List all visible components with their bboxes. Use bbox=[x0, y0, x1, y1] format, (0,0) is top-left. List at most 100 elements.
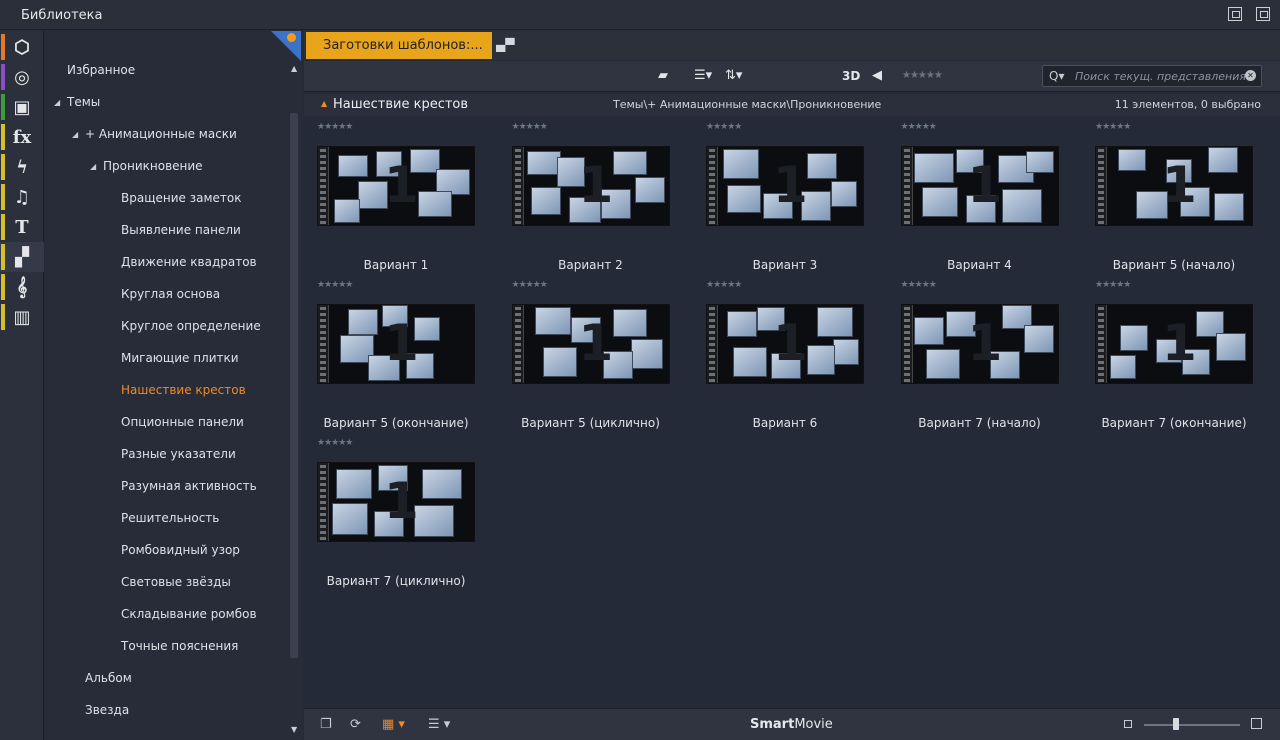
grid-item[interactable]: ★★★★★ 1 Вариант 7 (окончание) bbox=[1082, 280, 1253, 435]
lightning-icon[interactable]: ϟ bbox=[16, 157, 28, 178]
tree-item[interactable]: Круглое определение bbox=[121, 319, 261, 333]
pin-corner[interactable] bbox=[271, 31, 301, 61]
list-view-icon[interactable]: ☰▾ bbox=[694, 68, 712, 83]
tree-item[interactable]: Складывание ромбов bbox=[121, 607, 257, 621]
grid-item[interactable]: ★★★★★ 1 Вариант 5 (циклично) bbox=[499, 280, 670, 435]
score-icon[interactable]: 𝄞 bbox=[17, 277, 28, 298]
tree-star[interactable]: Звезда bbox=[85, 703, 129, 717]
item-thumbnail[interactable]: 1 bbox=[1095, 304, 1253, 384]
piano-icon[interactable]: ▥ bbox=[13, 307, 30, 328]
item-rating[interactable]: ★★★★★ bbox=[512, 122, 548, 132]
music-icon[interactable]: ♫ bbox=[14, 187, 30, 208]
tree-item[interactable]: Разумная активность bbox=[121, 479, 257, 493]
grid-item[interactable]: ★★★★★ 1 Вариант 2 bbox=[499, 122, 670, 277]
film-reel-icon[interactable]: ◎ bbox=[14, 67, 30, 88]
category-score[interactable]: 𝄞 bbox=[0, 272, 44, 302]
tree-item[interactable]: Нашествие крестов bbox=[121, 383, 246, 397]
item-thumbnail[interactable]: 1 bbox=[900, 304, 1059, 384]
menu-icon[interactable]: ☰ ▾ bbox=[428, 717, 450, 732]
expand-icon[interactable]: ◢ bbox=[90, 162, 96, 171]
tree-item[interactable]: Мигающие плитки bbox=[121, 351, 239, 365]
category-piano[interactable]: ▥ bbox=[0, 302, 44, 332]
grid-item[interactable]: ★★★★★ 1 Вариант 4 bbox=[888, 122, 1059, 277]
title-icon[interactable]: T bbox=[15, 217, 28, 238]
tree-penetration[interactable]: Проникновение bbox=[103, 159, 203, 173]
add-tab-icon[interactable]: ▄▀ bbox=[496, 38, 514, 52]
zoom-slider[interactable] bbox=[1144, 724, 1240, 726]
search-box[interactable]: Q▾ Поиск текущ. представления ✕ bbox=[1042, 65, 1262, 87]
scroll-down-icon[interactable]: ▼ bbox=[291, 725, 297, 734]
category-music[interactable]: ♫ bbox=[0, 182, 44, 212]
grid-item[interactable]: ★★★★★ 1 Вариант 5 (окончание) bbox=[304, 280, 475, 435]
fx-icon[interactable]: fx bbox=[13, 127, 31, 148]
item-thumbnail[interactable]: 1 bbox=[511, 146, 670, 226]
tree-scrollbar[interactable] bbox=[290, 113, 298, 658]
category-film-reel[interactable]: ◎ bbox=[0, 62, 44, 92]
category-title[interactable]: T bbox=[0, 212, 44, 242]
tab-templates[interactable]: Заготовки шаблонов:... bbox=[306, 32, 492, 59]
tree-album[interactable]: Альбом bbox=[85, 671, 132, 685]
expand-icon[interactable]: ◢ bbox=[72, 130, 78, 139]
item-rating[interactable]: ★★★★★ bbox=[901, 280, 937, 290]
tree-item[interactable]: Ромбовидный узор bbox=[121, 543, 240, 557]
tree-item[interactable]: Вращение заметок bbox=[121, 191, 241, 205]
collapse-icon[interactable]: ▲ bbox=[321, 99, 327, 108]
expand-icon[interactable]: ◢ bbox=[54, 98, 60, 107]
tree-item[interactable]: Световые звёзды bbox=[121, 575, 231, 589]
zoom-large-icon[interactable] bbox=[1251, 718, 1262, 729]
clear-search-icon[interactable]: ✕ bbox=[1245, 70, 1256, 81]
zoom-slider-knob[interactable] bbox=[1173, 718, 1179, 730]
grid-item[interactable]: ★★★★★ 1 Вариант 7 (начало) bbox=[888, 280, 1059, 435]
item-thumbnail[interactable]: 1 bbox=[1095, 146, 1253, 226]
item-thumbnail[interactable]: 1 bbox=[706, 146, 864, 226]
restore-icon[interactable] bbox=[1228, 7, 1242, 21]
item-rating[interactable]: ★★★★★ bbox=[317, 280, 353, 290]
tree-item[interactable]: Выявление панели bbox=[121, 223, 241, 237]
tree-anim-masks[interactable]: + Анимационные маски bbox=[85, 127, 237, 141]
refresh-icon[interactable]: ⟳ bbox=[350, 717, 361, 732]
grid-item[interactable]: ★★★★★ 1 Вариант 1 bbox=[304, 122, 475, 277]
category-fx[interactable]: fx bbox=[0, 122, 44, 152]
tree-item[interactable]: Разные указатели bbox=[121, 447, 236, 461]
search-input[interactable]: Поиск текущ. представления bbox=[1075, 70, 1246, 83]
item-rating[interactable]: ★★★★★ bbox=[317, 438, 353, 448]
category-photos[interactable]: ▣ bbox=[0, 92, 44, 122]
tree-item[interactable]: Круглая основа bbox=[121, 287, 220, 301]
item-thumbnail[interactable]: 1 bbox=[511, 304, 670, 384]
item-rating[interactable]: ★★★★★ bbox=[901, 122, 937, 132]
box-icon[interactable]: ⬡ bbox=[14, 37, 30, 58]
grid-item[interactable]: ★★★★★ 1 Вариант 5 (начало) bbox=[1082, 122, 1253, 277]
rating-filter[interactable]: ★★★★★ bbox=[902, 70, 943, 81]
tree-item[interactable]: Решительность bbox=[121, 511, 219, 525]
category-box[interactable]: ⬡ bbox=[0, 32, 44, 62]
sort-icon[interactable]: ⇅▾ bbox=[725, 68, 742, 83]
item-thumbnail[interactable]: 1 bbox=[900, 146, 1059, 226]
grid-item[interactable]: ★★★★★ 1 Вариант 6 bbox=[693, 280, 864, 435]
copy-icon[interactable]: ❐ bbox=[320, 717, 332, 732]
folder-icon[interactable]: ▰ bbox=[658, 68, 668, 83]
detach-icon[interactable] bbox=[1256, 7, 1270, 21]
category-lightning[interactable]: ϟ bbox=[0, 152, 44, 182]
tree-favorites[interactable]: Избранное bbox=[67, 63, 135, 77]
tag-icon[interactable]: ◀ bbox=[872, 68, 882, 83]
tree-item[interactable]: Опционные панели bbox=[121, 415, 244, 429]
grid-item[interactable]: ★★★★★ 1 Вариант 3 bbox=[693, 122, 864, 277]
item-rating[interactable]: ★★★★★ bbox=[512, 280, 548, 290]
3d-filter-button[interactable]: 3D bbox=[842, 69, 860, 83]
montage-icon[interactable]: ▞ bbox=[15, 247, 29, 268]
smartmovie-brand[interactable]: SmartMovie bbox=[750, 717, 833, 732]
item-rating[interactable]: ★★★★★ bbox=[706, 122, 742, 132]
item-rating[interactable]: ★★★★★ bbox=[317, 122, 353, 132]
search-icon[interactable]: Q▾ bbox=[1049, 69, 1064, 83]
category-montage[interactable]: ▞ bbox=[0, 242, 44, 272]
item-rating[interactable]: ★★★★★ bbox=[706, 280, 742, 290]
tree-item[interactable]: Движение квадратов bbox=[121, 255, 257, 269]
zoom-small-icon[interactable] bbox=[1124, 720, 1132, 728]
photos-icon[interactable]: ▣ bbox=[13, 97, 30, 118]
item-thumbnail[interactable]: 1 bbox=[317, 462, 475, 542]
item-rating[interactable]: ★★★★★ bbox=[1095, 122, 1131, 132]
tree-themes[interactable]: Темы bbox=[67, 95, 100, 109]
tree-item[interactable]: Точные пояснения bbox=[121, 639, 238, 653]
grid-view-icon[interactable]: ▦ ▾ bbox=[382, 717, 405, 732]
item-thumbnail[interactable]: 1 bbox=[706, 304, 864, 384]
